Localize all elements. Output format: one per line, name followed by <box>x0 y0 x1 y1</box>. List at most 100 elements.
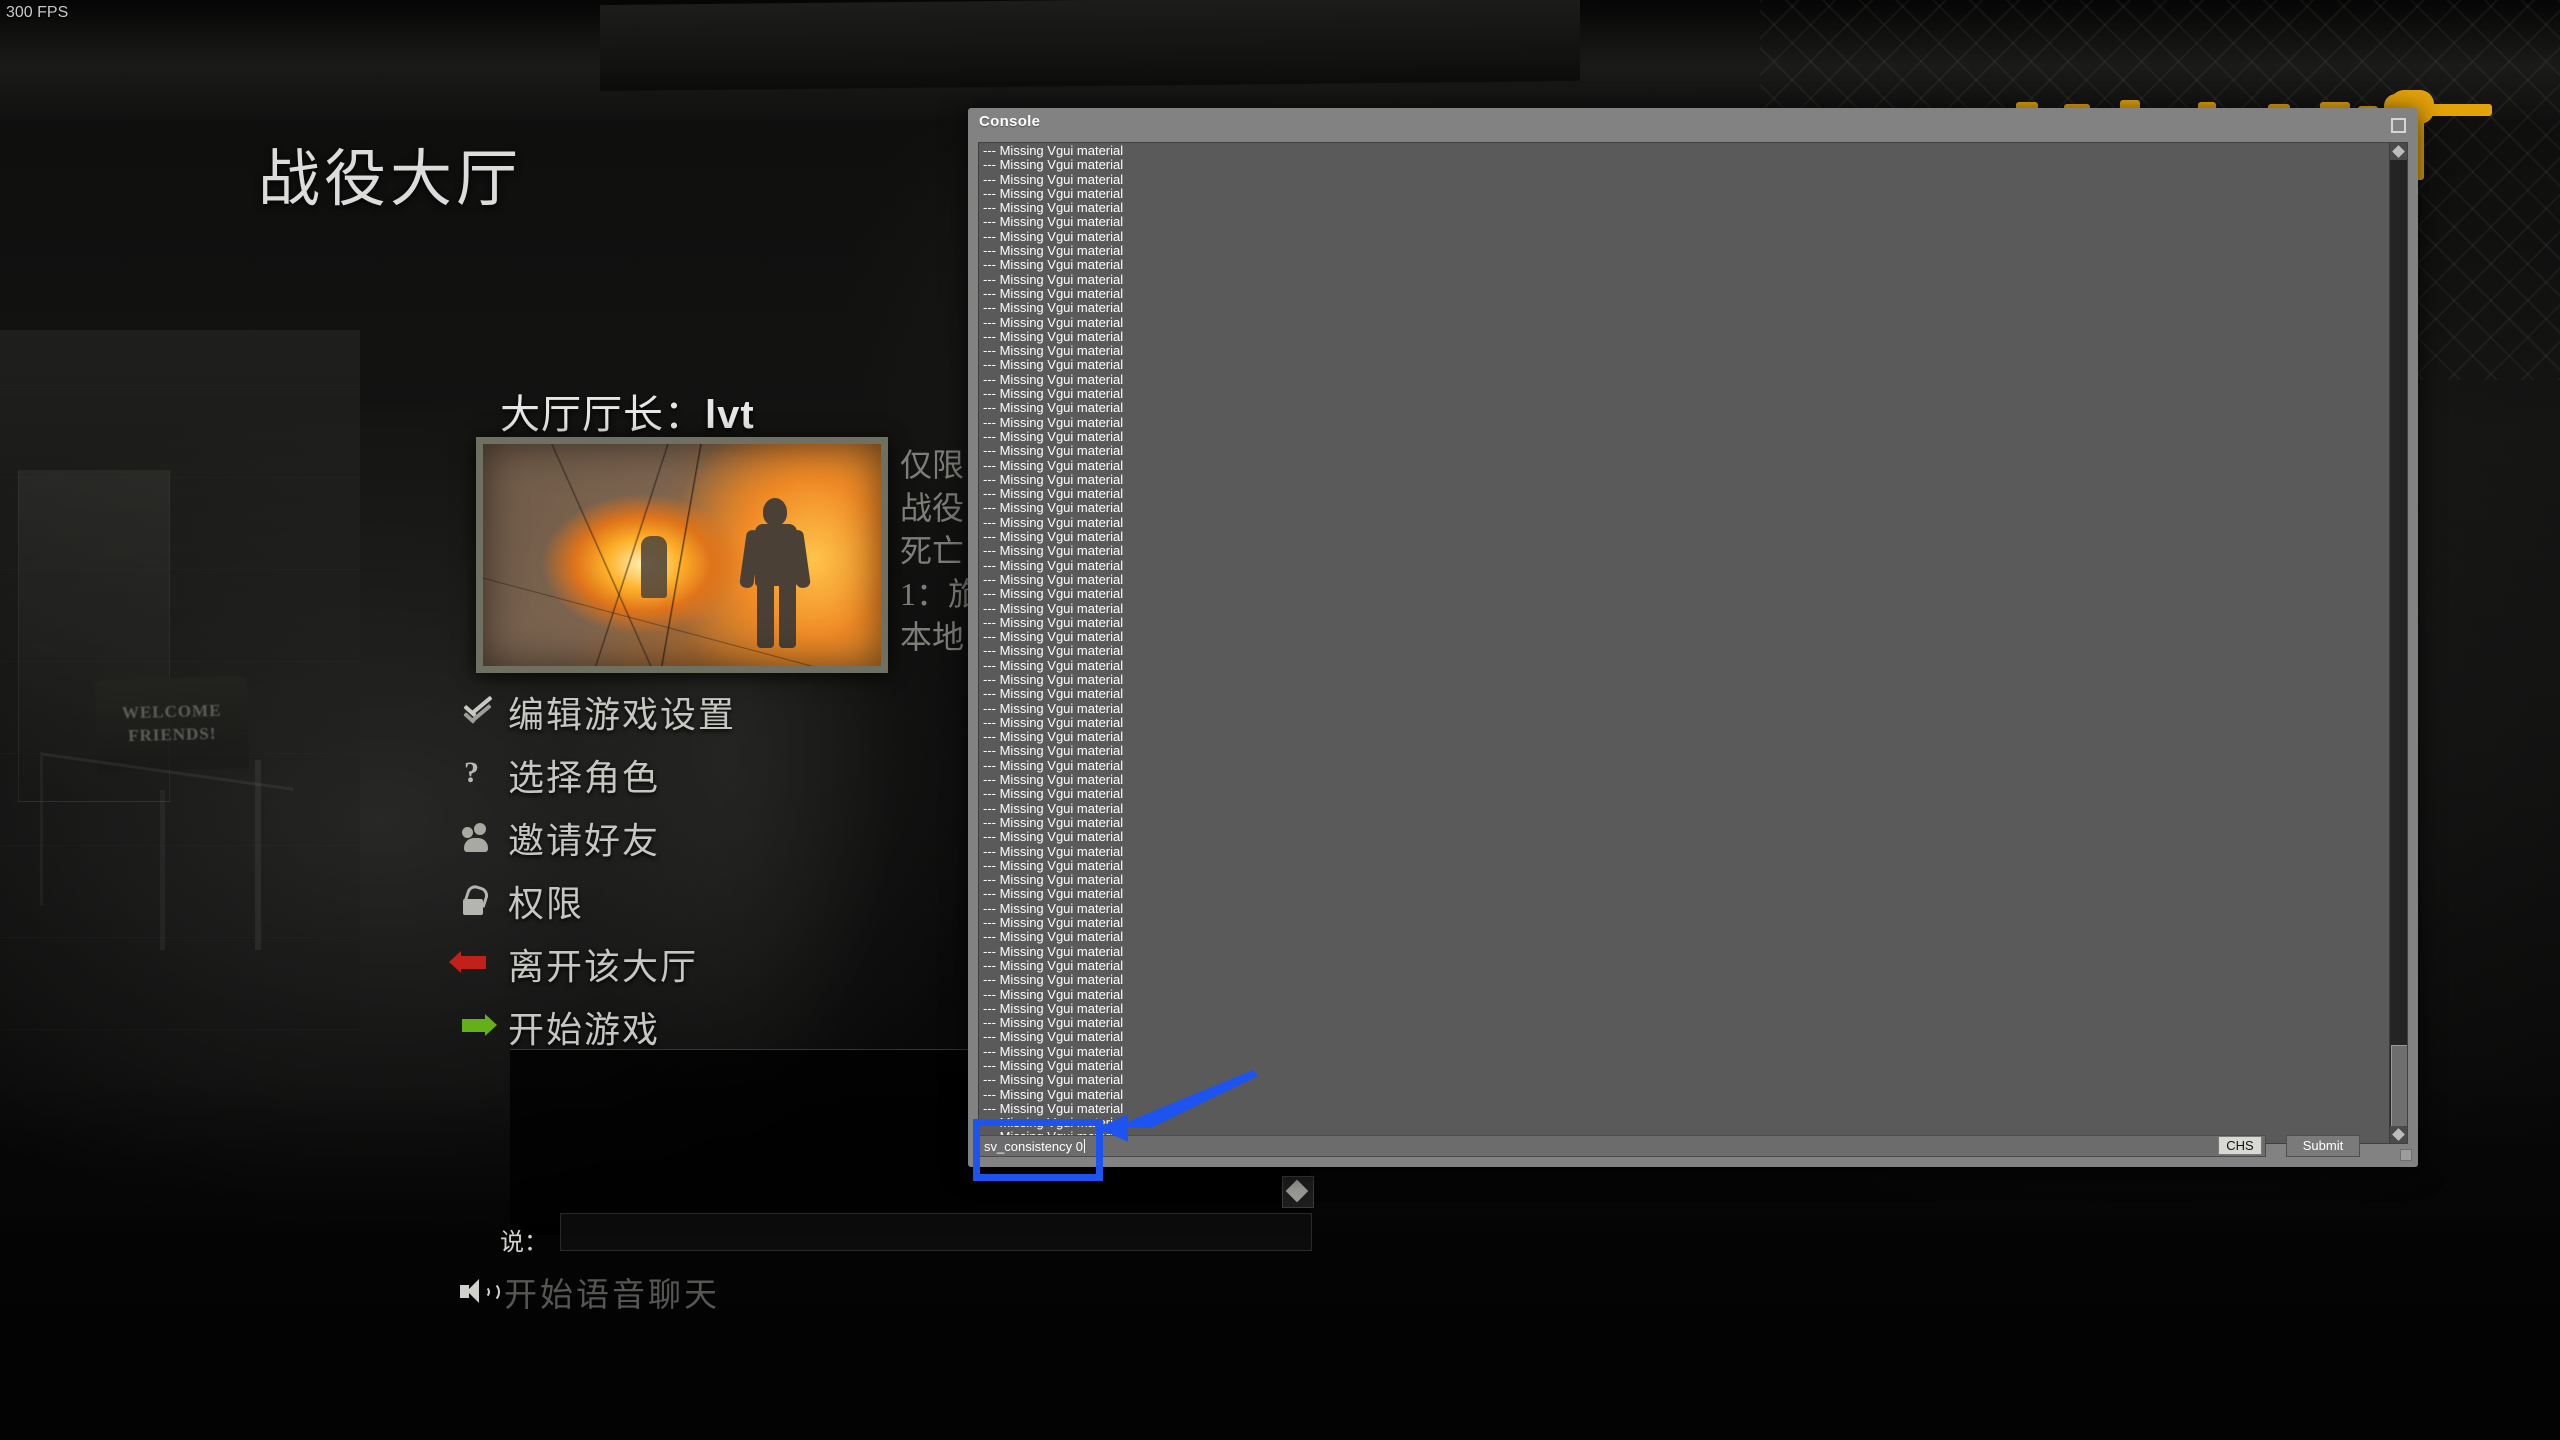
menu-item-leave-lobby[interactable]: 离开该大厅 <box>449 932 736 995</box>
console-log-line: --- Missing Vgui material <box>983 314 1124 330</box>
console-log-line: --- Missing Vgui material <box>983 214 1124 230</box>
chat-say-label: 说： <box>500 1230 548 1256</box>
console-log-line: --- Missing Vgui material <box>983 1058 1124 1073</box>
double-check-icon <box>458 695 498 729</box>
console-log-line: --- Missing Vgui material <box>983 143 1124 158</box>
console-log-line: --- Missing Vgui material <box>983 714 1124 730</box>
console-log-line: --- Missing Vgui material <box>983 185 1124 201</box>
menu-item-permissions[interactable]: 权限 <box>458 869 736 932</box>
console-log-line: --- Missing Vgui material <box>983 972 1124 988</box>
scroll-up-icon <box>1285 1179 1309 1203</box>
console-log-line: --- Missing Vgui material <box>983 786 1124 802</box>
console-titlebar[interactable]: Console <box>968 108 2418 138</box>
start-voice-chat-button[interactable]: 开始语音聊天 <box>458 1268 720 1316</box>
console-log-line: --- Missing Vgui material <box>983 1072 1124 1088</box>
background-beam <box>600 0 1580 92</box>
menu-item-edit-game-settings[interactable]: 编辑游戏设置 <box>458 680 736 743</box>
menu-item-choose-character[interactable]: ? 选择角色 <box>458 743 736 806</box>
console-log-line: --- Missing Vgui material <box>983 614 1124 630</box>
menu-item-label: 编辑游戏设置 <box>508 694 737 735</box>
console-log-line: --- Missing Vgui material <box>983 929 1124 945</box>
welcome-sign-line-2: FRIENDS! <box>127 723 217 746</box>
console-command-input[interactable]: sv_consistency 0 <box>978 1135 2266 1157</box>
console-window[interactable]: Console --- Missing Vgui material --- Mis… <box>968 108 2418 1167</box>
console-log-line: --- Missing Vgui material <box>983 1043 1124 1059</box>
console-log-line: --- Missing Vgui material <box>983 514 1124 530</box>
console-log-line: --- Missing Vgui material <box>983 686 1124 702</box>
scroll-up-icon[interactable] <box>2390 143 2407 160</box>
console-log-line: --- Missing Vgui material <box>983 343 1124 359</box>
resize-grip-icon[interactable] <box>2400 1149 2412 1161</box>
fps-counter: 300 FPS <box>6 4 69 21</box>
console-log-line: --- Missing Vgui material <box>983 557 1124 573</box>
console-log-line: --- Missing Vgui material <box>983 271 1124 287</box>
console-log-line: --- Missing Vgui material <box>983 171 1124 187</box>
console-input-row: sv_consistency 0 CHS Submit <box>978 1135 2406 1157</box>
voice-chat-label: 开始语音聊天 <box>504 1278 720 1314</box>
console-scrollbar-thumb[interactable] <box>2391 1045 2407 1127</box>
question-mark-icon: ? <box>464 755 479 789</box>
background-post <box>160 790 165 950</box>
console-log-line: --- Missing Vgui material <box>983 743 1124 759</box>
lock-icon <box>458 882 498 918</box>
console-log-line: --- Missing Vgui material <box>983 671 1124 687</box>
restore-window-icon[interactable] <box>2391 118 2406 133</box>
console-log-line: --- Missing Vgui material <box>983 986 1124 1002</box>
console-log-line: --- Missing Vgui material <box>983 386 1124 402</box>
lobby-leader-name: lvt <box>705 393 755 437</box>
console-log-line: --- Missing Vgui material <box>983 857 1124 873</box>
lobby-leader: 大厅厅长：lvt <box>500 382 755 440</box>
console-log-line: --- Missing Vgui material <box>983 957 1124 973</box>
people-icon <box>458 821 498 855</box>
arrow-right-green-icon <box>458 1010 498 1044</box>
console-log-line: --- Missing Vgui material <box>983 757 1124 773</box>
console-log-line: --- Missing Vgui material <box>983 772 1124 788</box>
chat-input[interactable] <box>560 1213 1312 1251</box>
speaker-icon <box>458 1277 500 1307</box>
menu-item-label: 邀请好友 <box>508 820 661 861</box>
console-log-line: --- Missing Vgui material <box>983 729 1124 745</box>
console-log-line: --- Missing Vgui material <box>983 814 1124 830</box>
console-log-line: --- Missing Vgui material <box>983 371 1124 387</box>
console-log-line: --- Missing Vgui material <box>983 1000 1124 1016</box>
console-log-line: --- Missing Vgui material <box>983 457 1124 473</box>
console-log-line: --- Missing Vgui material <box>983 543 1124 559</box>
console-scrollbar[interactable] <box>2389 143 2407 1143</box>
campaign-poster[interactable] <box>476 437 888 673</box>
console-log-area[interactable]: --- Missing Vgui material --- Missing Vgu… <box>978 142 2408 1144</box>
console-log-line: --- Missing Vgui material <box>983 486 1124 502</box>
menu-item-label: 选择角色 <box>508 757 661 798</box>
console-log-line: --- Missing Vgui material <box>983 443 1124 459</box>
submit-button[interactable]: Submit <box>2286 1135 2360 1157</box>
lobby-leader-label: 大厅厅长： <box>500 392 705 437</box>
menu-item-invite-friends[interactable]: 邀请好友 <box>458 806 736 869</box>
console-log-line: --- Missing Vgui material <box>983 471 1124 487</box>
console-log-line: --- Missing Vgui material <box>983 200 1124 216</box>
console-log-line: --- Missing Vgui material <box>983 643 1124 659</box>
welcome-sign-line-1: WELCOME <box>121 700 222 723</box>
chat-scroll-up-button[interactable] <box>1282 1176 1314 1208</box>
page-title: 战役大厅 <box>258 146 523 214</box>
console-title: Console <box>979 113 1041 130</box>
background-post <box>255 760 261 950</box>
console-log-line: --- Missing Vgui material <box>983 900 1124 916</box>
lobby-menu: 编辑游戏设置 ? 选择角色 邀请好友 权限 离开该大厅 开始游戏 <box>449 680 736 1058</box>
console-log-line: --- Missing Vgui material <box>983 400 1124 416</box>
console-log-line: --- Missing Vgui material <box>983 872 1124 888</box>
console-log-line: --- Missing Vgui material <box>983 800 1124 816</box>
console-log-line: --- Missing Vgui material <box>983 357 1124 373</box>
console-log-line: --- Missing Vgui material <box>983 843 1124 859</box>
campaign-poster-vignette <box>483 444 881 666</box>
console-log-line: --- Missing Vgui material <box>983 886 1124 902</box>
ime-indicator[interactable]: CHS <box>2218 1136 2262 1155</box>
welcome-friends-sign: WELCOME FRIENDS! <box>94 676 250 772</box>
console-log-line: --- Missing Vgui material <box>983 586 1124 602</box>
console-log-line: --- Missing Vgui material <box>983 943 1124 959</box>
console-log-lines: --- Missing Vgui material --- Missing Vgu… <box>981 143 2387 1143</box>
console-log-line: --- Missing Vgui material <box>983 571 1124 587</box>
console-log-line: --- Missing Vgui material <box>983 500 1124 516</box>
console-log-line: --- Missing Vgui material <box>983 1015 1124 1031</box>
arrow-left-red-icon <box>449 947 498 981</box>
console-log-line: --- Missing Vgui material <box>983 157 1124 173</box>
console-log-line: --- Missing Vgui material <box>983 328 1124 344</box>
